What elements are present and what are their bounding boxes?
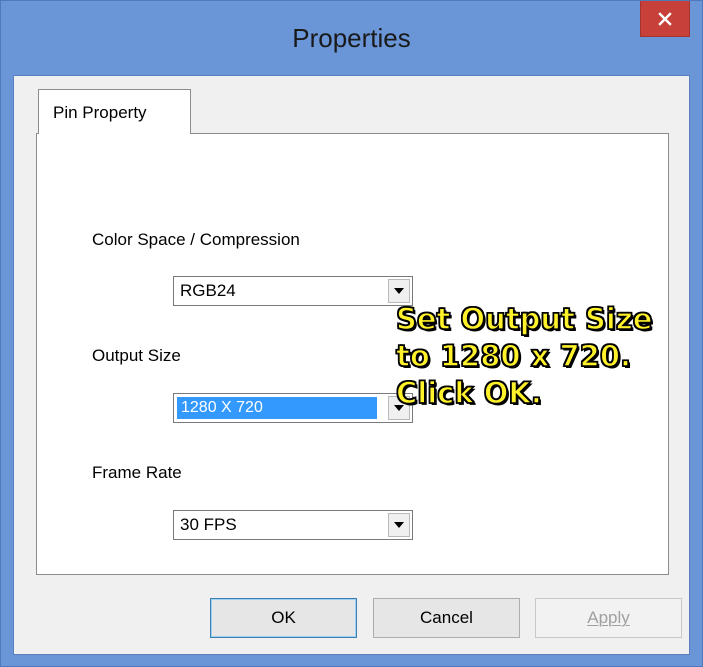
output-size-label: Output Size: [92, 346, 181, 365]
window-title: Properties: [292, 23, 411, 53]
properties-window: Properties Pin Property Color Space / Co…: [0, 0, 703, 667]
chevron-down-icon: [394, 288, 404, 294]
dropdown-arrow-button[interactable]: [388, 513, 410, 537]
close-button[interactable]: [640, 1, 690, 37]
ok-button-label: OK: [271, 608, 296, 627]
callout-line: Set Output Size: [395, 301, 653, 337]
output-size-select[interactable]: 1280 X 720: [173, 393, 413, 423]
frame-rate-select[interactable]: 30 FPS: [173, 510, 413, 540]
frame-rate-label: Frame Rate: [92, 463, 182, 482]
ok-button[interactable]: OK: [210, 598, 357, 638]
cancel-button[interactable]: Cancel: [373, 598, 520, 638]
output-size-value: 1280 X 720: [177, 397, 377, 419]
title-bar[interactable]: Properties: [1, 1, 702, 75]
callout-line: Click OK.: [395, 375, 542, 411]
callout-line: to 1280 x 720.: [395, 338, 632, 374]
instruction-callout: Set Output Size to 1280 x 720. Click OK.: [395, 301, 653, 412]
color-space-value: RGB24: [180, 281, 236, 300]
apply-button[interactable]: Apply: [535, 598, 682, 638]
tab-pin-property[interactable]: Pin Property: [38, 89, 191, 134]
cancel-button-label: Cancel: [420, 608, 473, 627]
dropdown-arrow-button[interactable]: [388, 279, 410, 303]
close-icon: [658, 11, 672, 26]
color-space-label: Color Space / Compression: [92, 230, 300, 249]
apply-button-label: Apply: [587, 608, 630, 627]
color-space-select[interactable]: RGB24: [173, 276, 413, 306]
frame-rate-value: 30 FPS: [180, 515, 237, 534]
tab-label: Pin Property: [53, 103, 147, 122]
dialog-client-area: Pin Property Color Space / Compression R…: [13, 75, 690, 655]
chevron-down-icon: [394, 522, 404, 528]
